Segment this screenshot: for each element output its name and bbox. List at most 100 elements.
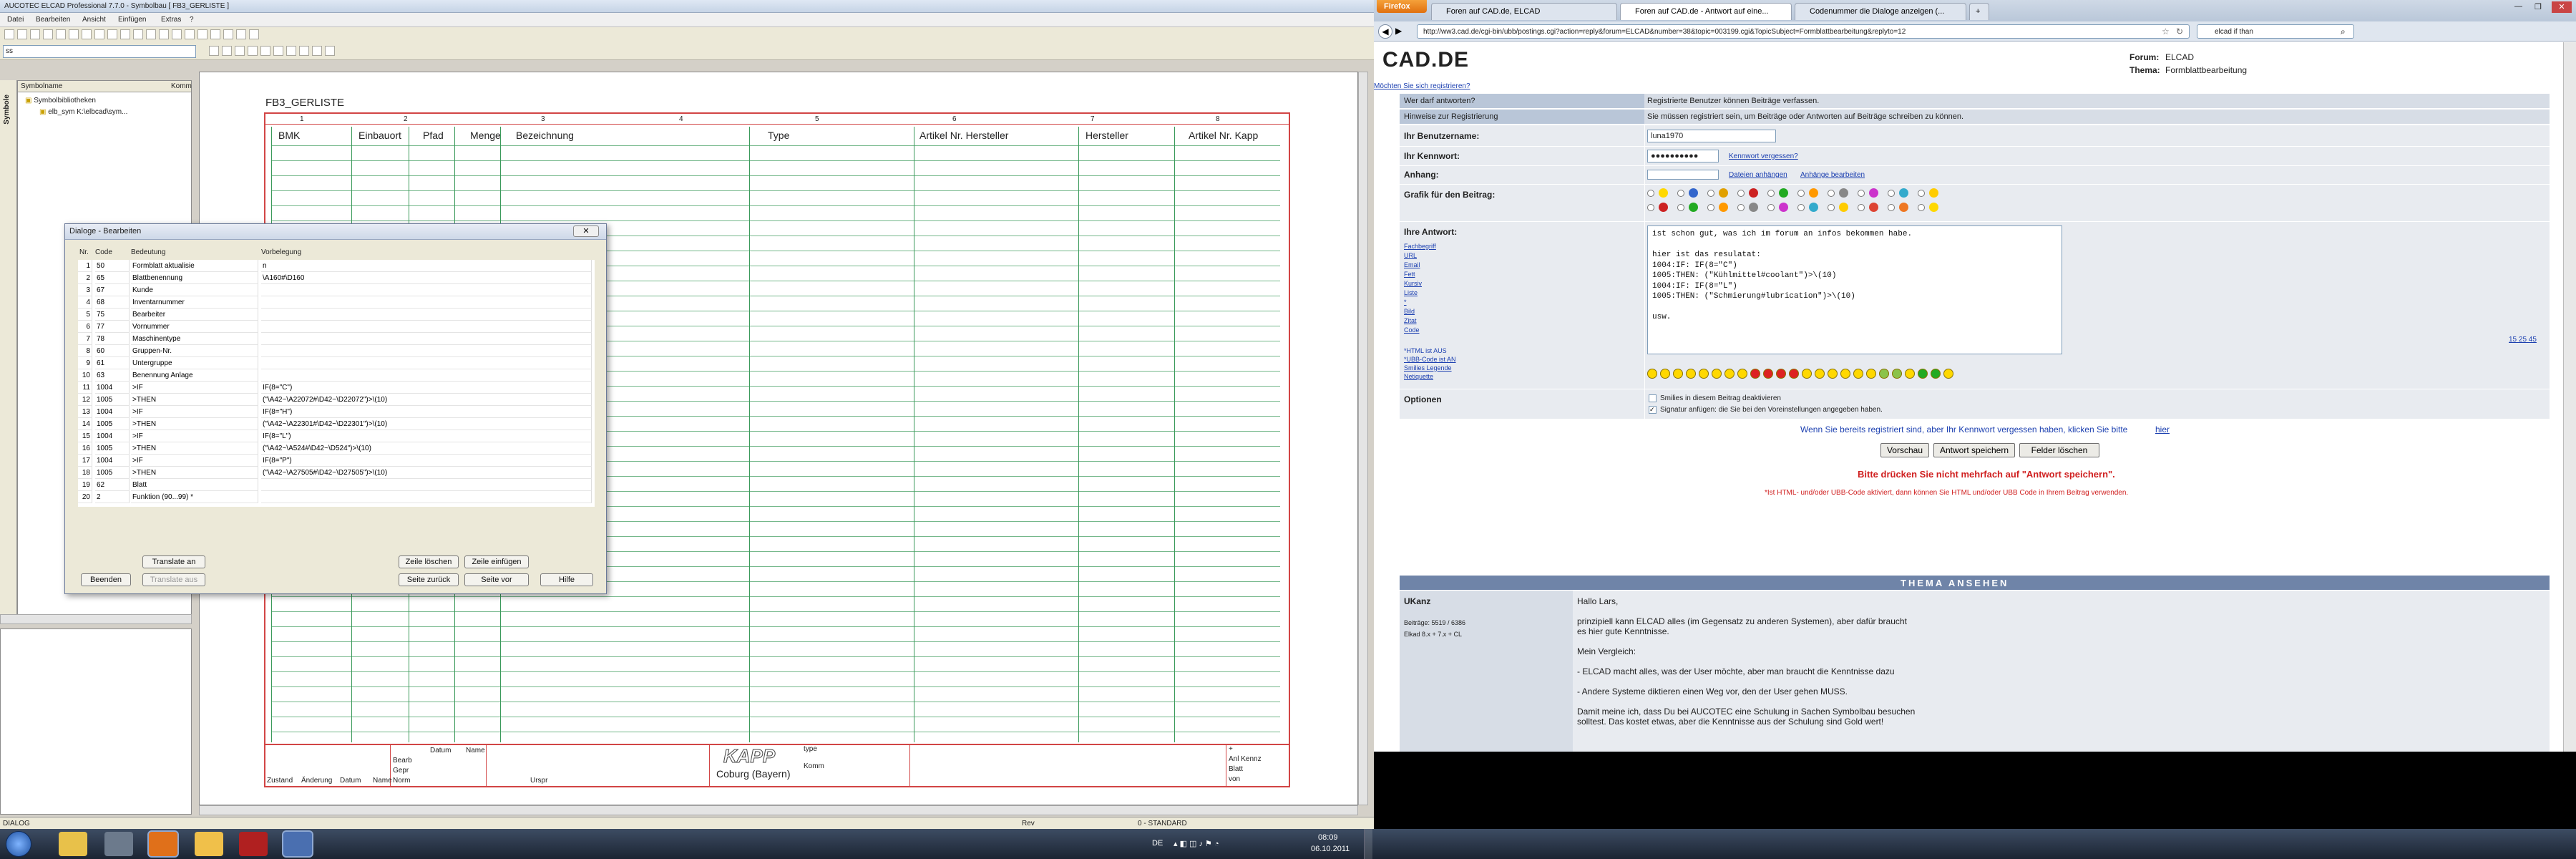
post-icon-radio[interactable] (1918, 190, 1925, 197)
smiley-icon[interactable] (1699, 369, 1709, 379)
answer-textarea[interactable]: ist schon gut, was ich im forum an infos… (1647, 225, 2062, 354)
smiley-icon[interactable] (1686, 369, 1696, 379)
smiley-icon[interactable] (1918, 369, 1928, 379)
table-row[interactable]: 17 1004 >IF IF(8="P") (78, 455, 595, 467)
seite-vor-button[interactable]: Seite vor (464, 573, 529, 586)
panel-scrollbar[interactable] (0, 614, 192, 624)
table-row[interactable]: 16 1005 >THEN ("\A42~\A524#\D42~\D524")>\(1… (78, 442, 595, 455)
tab-antwort[interactable]: Foren auf CAD.de - Antwort auf eine... (1620, 3, 1792, 20)
elcad-taskbar-icon[interactable] (283, 832, 312, 856)
row-vorbelegung[interactable]: IF(8="H") (261, 406, 592, 418)
smiley-icon[interactable] (1802, 369, 1812, 379)
arrow-icon[interactable] (236, 29, 246, 39)
show-desktop-button[interactable] (1364, 829, 1372, 859)
smiley-icon[interactable] (1673, 369, 1683, 379)
format-link[interactable]: Kursiv (1404, 280, 1422, 287)
smiley-icon[interactable] (1853, 369, 1863, 379)
row-vorbelegung[interactable] (261, 296, 592, 309)
menu-extras[interactable]: Extras (161, 16, 181, 24)
tab-symbole[interactable]: Symbole (3, 94, 11, 125)
zeile-einfuegen-button[interactable]: Zeile einfügen (464, 555, 529, 568)
zoom-window-icon[interactable] (146, 29, 156, 39)
translate-aus-button[interactable]: Translate aus (142, 573, 205, 586)
menu-bearbeiten[interactable]: Bearbeiten (36, 16, 70, 24)
post-icon-radio[interactable] (1737, 204, 1745, 211)
menu-einfuegen[interactable]: Einfügen (118, 16, 146, 24)
post-icon-radio[interactable] (1647, 190, 1654, 197)
smiley-icon[interactable] (1879, 369, 1889, 379)
format-link[interactable]: Liste (1404, 289, 1418, 296)
register-link[interactable]: Möchten Sie sich registrieren? (1374, 82, 1470, 90)
minimize-icon[interactable]: — (2514, 2, 2522, 11)
table-row[interactable]: 3 67 Kunde (78, 284, 595, 296)
row-vorbelegung[interactable] (261, 321, 592, 333)
page-scrollbar[interactable] (2563, 42, 2576, 752)
format-link[interactable]: Email (1404, 261, 1420, 268)
format-info[interactable]: Netiquette (1404, 373, 1433, 380)
clear-fields-button[interactable]: Felder löschen (2019, 443, 2099, 457)
format-link[interactable]: Fett (1404, 271, 1415, 278)
paste-icon[interactable] (82, 29, 92, 39)
password-input[interactable]: ●●●●●●●●●● (1647, 150, 1719, 162)
table-row[interactable]: 2 65 Blattbenennung \A160#\D160 (78, 272, 595, 284)
search-icon[interactable]: ⌕ (2341, 26, 2346, 37)
new-tab-button[interactable]: + (1969, 3, 1989, 20)
smiley-icon[interactable] (1750, 369, 1760, 379)
row-vorbelegung[interactable]: ("\A42~\A27505#\D42~\D27505")>\(10) (261, 467, 592, 479)
header-comment[interactable]: Komm (171, 82, 192, 90)
smiley-icon[interactable] (1660, 369, 1670, 379)
clock-date[interactable]: 06.10.2011 (1311, 845, 1350, 853)
delete-icon[interactable] (260, 46, 270, 56)
smiley-icon[interactable] (1943, 369, 1953, 379)
text-icon[interactable] (197, 29, 208, 39)
layer-icon[interactable] (209, 46, 219, 56)
open-icon[interactable] (17, 29, 27, 39)
rect-icon[interactable] (223, 29, 233, 39)
post-icon-radio[interactable] (1737, 190, 1745, 197)
zeile-loeschen-button[interactable]: Zeile löschen (399, 555, 459, 568)
menu-datei[interactable]: Datei (7, 16, 24, 24)
star-icon[interactable]: ☆ (2162, 26, 2170, 37)
table-row[interactable]: 10 63 Benennung Anlage (78, 369, 595, 382)
mirror-icon[interactable] (248, 46, 258, 56)
post-icon-radio[interactable] (1888, 204, 1895, 211)
horizontal-scrollbar[interactable] (199, 805, 1358, 815)
post-author[interactable]: UKanz (1404, 596, 1430, 606)
zoom-in-icon[interactable] (120, 29, 130, 39)
smiley-icon[interactable] (1724, 369, 1735, 379)
smiley-icon[interactable] (1789, 369, 1799, 379)
format-link[interactable]: URL (1404, 252, 1417, 259)
undo-icon[interactable] (94, 29, 104, 39)
table-row[interactable]: 8 60 Gruppen-Nr. (78, 345, 595, 357)
close-window-icon[interactable]: ✕ (2552, 1, 2572, 13)
tray-icons[interactable]: ▴ ◧ ◫ ♪ ⚑ ◔ (1174, 839, 1219, 848)
table-row[interactable]: 11 1004 >IF IF(8="C") (78, 382, 595, 394)
cad-logo[interactable]: CAD.DE (1382, 48, 1469, 72)
smiley-icon[interactable] (1892, 369, 1902, 379)
firefox-taskbar-icon[interactable] (149, 832, 177, 856)
post-icon-radio[interactable] (1797, 204, 1805, 211)
grid-icon[interactable] (159, 29, 169, 39)
smiley-icon[interactable] (1712, 369, 1722, 379)
zoom-out-icon[interactable] (133, 29, 143, 39)
row-vorbelegung[interactable] (261, 491, 592, 503)
attach-edit-link[interactable]: Anhänge bearbeiten (1800, 171, 1865, 179)
row-vorbelegung[interactable]: ("\A42~\A524#\D42~\D524")>\(10) (261, 442, 592, 455)
translate-an-button[interactable]: Translate an (142, 555, 205, 568)
smiley-icon[interactable] (1776, 369, 1786, 379)
format-info[interactable]: Smilies Legende (1404, 364, 1452, 372)
forgot-link[interactable]: hier (2155, 424, 2170, 435)
table-row[interactable]: 15 1004 >IF IF(8="L") (78, 430, 595, 442)
row-vorbelegung[interactable] (261, 284, 592, 296)
attach-link[interactable]: Dateien anhängen (1729, 171, 1787, 179)
row-vorbelegung[interactable] (261, 309, 592, 321)
maximize-icon[interactable]: ❐ (2534, 2, 2542, 11)
hatch-icon[interactable] (286, 46, 296, 56)
copy-icon[interactable] (69, 29, 79, 39)
smiley-icon[interactable] (1737, 369, 1747, 379)
attach-input[interactable] (1647, 170, 1719, 180)
new-icon[interactable] (4, 29, 14, 39)
close-icon[interactable]: ✕ (573, 225, 599, 237)
reload-icon[interactable]: ↻ (2176, 26, 2183, 37)
row-vorbelegung[interactable]: IF(8="L") (261, 430, 592, 442)
